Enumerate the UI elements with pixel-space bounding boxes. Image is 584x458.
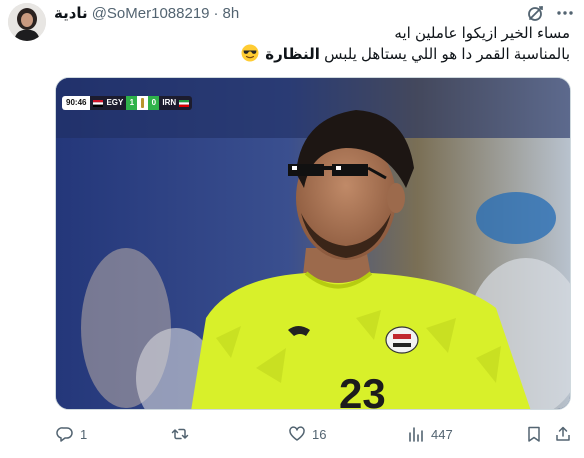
home-team: EGY [90, 96, 127, 110]
like-button[interactable]: 16 [288, 424, 326, 444]
scorebug: 90:46 EGY 1 0 IRN [62, 96, 193, 110]
away-team-code: IRN [162, 98, 177, 107]
iran-flag-icon [179, 99, 190, 107]
timestamp[interactable]: 8h [223, 5, 240, 22]
share-icon [556, 426, 570, 441]
bookmark-icon [528, 426, 540, 442]
user-handle[interactable]: @SoMer1088219 [92, 5, 210, 22]
grok-icon[interactable] [526, 3, 546, 23]
home-score: 1 [126, 96, 138, 110]
egypt-flag-icon [93, 99, 104, 107]
jersey-number: 23 [339, 370, 386, 410]
tweet-text-line-2-prefix: بالمناسبة القمر دا هو اللي يستاهل يلبس [319, 46, 570, 63]
analytics-icon [409, 427, 423, 442]
like-count: 16 [312, 426, 327, 442]
reply-count: 1 [80, 426, 88, 442]
reply-button[interactable]: 1 [56, 424, 87, 444]
avatar-image [8, 3, 46, 41]
bookmark-button[interactable] [525, 424, 543, 444]
tweet-text-bold-word: النظارة [265, 46, 320, 63]
home-team-code: EGY [106, 98, 124, 107]
tweet-card[interactable]: نادية @SoMer1088219 · 8h مساء الخير ازيك… [0, 0, 584, 458]
separator-dot: · [213, 4, 219, 22]
away-team: IRN [159, 96, 193, 110]
avatar[interactable] [8, 3, 46, 41]
share-button[interactable] [554, 424, 572, 444]
tweet-text-line-2: بالمناسبة القمر دا هو اللي يستاهل يلبس ا… [50, 44, 570, 65]
tweet-text: مساء الخير ازيكوا عاملين ايه بالمناسبة ا… [50, 24, 570, 65]
display-name[interactable]: نادية [54, 4, 88, 22]
match-clock: 90:46 [62, 96, 91, 110]
tweet-header: نادية @SoMer1088219 · 8h [54, 3, 239, 23]
away-score: 0 [148, 96, 160, 110]
retweet-button[interactable] [171, 424, 195, 444]
tweet-actions: 1 16 447 [0, 420, 584, 448]
tournament-logo-icon [137, 96, 149, 110]
tweet-media-photo[interactable]: 23 90:46 EGY 1 0 IRN [55, 77, 571, 410]
views-button[interactable]: 447 [407, 424, 453, 444]
sunglasses-emoji-icon [241, 44, 259, 62]
tweet-text-line-1: مساء الخير ازيكوا عاملين ايه [394, 25, 570, 42]
heart-icon [289, 426, 305, 441]
views-count: 447 [431, 426, 453, 442]
photo-goalkeeper-image: 23 [56, 78, 570, 410]
more-options-icon[interactable] [555, 3, 575, 23]
reply-icon [56, 427, 73, 442]
retweet-icon [171, 428, 189, 440]
